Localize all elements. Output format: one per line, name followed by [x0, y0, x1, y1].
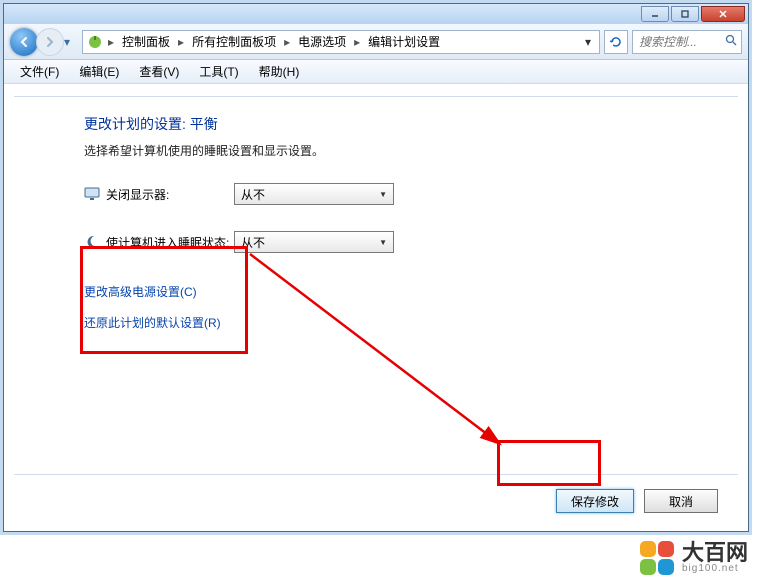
refresh-icon	[609, 35, 623, 49]
forward-arrow-icon	[43, 35, 57, 49]
maximize-button[interactable]	[671, 6, 699, 22]
watermark-name: 大百网	[682, 542, 748, 564]
annotation-arrow	[80, 244, 610, 494]
breadcrumb-item[interactable]: 电源选项	[295, 31, 349, 52]
back-button[interactable]	[10, 28, 38, 56]
menu-bar: 文件(F) 编辑(E) 查看(V) 工具(T) 帮助(H)	[4, 60, 748, 84]
dropdown-value: 从不	[241, 234, 265, 251]
moon-icon	[84, 234, 100, 250]
back-arrow-icon	[17, 35, 31, 49]
control-panel-icon	[87, 34, 103, 50]
page-subtitle: 选择希望计算机使用的睡眠设置和显示设置。	[84, 142, 708, 159]
display-off-dropdown[interactable]: 从不 ▼	[234, 183, 394, 205]
nav-toolbar: ▾ ▸ 控制面板 ▸ 所有控制面板项 ▸ 电源选项 ▸ 编辑计划设置 ▾	[4, 24, 748, 60]
close-button[interactable]	[701, 6, 745, 22]
annotation-box	[497, 440, 601, 486]
search-box[interactable]	[632, 30, 742, 54]
menu-edit[interactable]: 编辑(E)	[73, 61, 125, 82]
search-input[interactable]	[637, 34, 725, 50]
footer-buttons: 保存修改 取消	[556, 489, 718, 513]
breadcrumb-item[interactable]: 控制面板	[119, 31, 173, 52]
control-panel-window: ▾ ▸ 控制面板 ▸ 所有控制面板项 ▸ 电源选项 ▸ 编辑计划设置 ▾ 文件(…	[3, 3, 749, 532]
settings-grid: 关闭显示器: 从不 ▼ 使计算机进入睡眠状态: 从不 ▼	[84, 183, 708, 253]
sleep-dropdown[interactable]: 从不 ▼	[234, 231, 394, 253]
minimize-icon	[650, 9, 660, 19]
chevron-down-icon: ▼	[379, 190, 387, 199]
window-titlebar	[4, 4, 748, 24]
restore-defaults-link[interactable]: 还原此计划的默认设置(R)	[84, 314, 708, 331]
links-section: 更改高级电源设置(C) 还原此计划的默认设置(R)	[84, 283, 708, 331]
breadcrumb-item[interactable]: 所有控制面板项	[189, 31, 279, 52]
breadcrumb-separator-icon: ▸	[175, 35, 187, 49]
breadcrumb-separator-icon: ▸	[105, 35, 117, 49]
chevron-down-icon: ▼	[379, 238, 387, 247]
advanced-settings-link[interactable]: 更改高级电源设置(C)	[84, 283, 708, 300]
divider	[14, 474, 738, 475]
cancel-button[interactable]: 取消	[644, 489, 718, 513]
content-area: 更改计划的设置: 平衡 选择希望计算机使用的睡眠设置和显示设置。 关闭显示器: …	[4, 84, 748, 531]
address-bar[interactable]: ▸ 控制面板 ▸ 所有控制面板项 ▸ 电源选项 ▸ 编辑计划设置 ▾	[82, 30, 600, 54]
menu-help[interactable]: 帮助(H)	[253, 61, 306, 82]
minimize-button[interactable]	[641, 6, 669, 22]
breadcrumb-separator-icon: ▸	[351, 35, 363, 49]
setting-label-text: 使计算机进入睡眠状态:	[106, 234, 229, 251]
menu-view[interactable]: 查看(V)	[133, 61, 185, 82]
forward-button[interactable]	[36, 28, 64, 56]
search-icon	[725, 34, 737, 49]
setting-label-display: 关闭显示器:	[84, 186, 234, 203]
save-button[interactable]: 保存修改	[556, 489, 634, 513]
refresh-button[interactable]	[604, 30, 628, 54]
address-dropdown-icon[interactable]: ▾	[581, 35, 595, 49]
watermark: 大百网 big100.net	[640, 541, 748, 575]
button-label: 取消	[669, 493, 693, 510]
page-title: 更改计划的设置: 平衡	[84, 114, 708, 134]
nav-arrows: ▾	[10, 28, 78, 56]
watermark-text: 大百网 big100.net	[682, 542, 748, 574]
button-label: 保存修改	[571, 493, 619, 510]
maximize-icon	[680, 9, 690, 19]
watermark-logo-icon	[640, 541, 674, 575]
close-icon	[718, 9, 728, 19]
watermark-url: big100.net	[682, 564, 748, 574]
breadcrumb-item[interactable]: 编辑计划设置	[365, 31, 443, 52]
divider	[14, 96, 738, 97]
setting-label-text: 关闭显示器:	[106, 186, 169, 203]
monitor-icon	[84, 186, 100, 202]
dropdown-value: 从不	[241, 186, 265, 203]
setting-label-sleep: 使计算机进入睡眠状态:	[84, 234, 234, 251]
nav-history-dropdown[interactable]: ▾	[64, 35, 78, 49]
menu-file[interactable]: 文件(F)	[14, 61, 65, 82]
breadcrumb-separator-icon: ▸	[281, 35, 293, 49]
menu-tools[interactable]: 工具(T)	[193, 61, 244, 82]
